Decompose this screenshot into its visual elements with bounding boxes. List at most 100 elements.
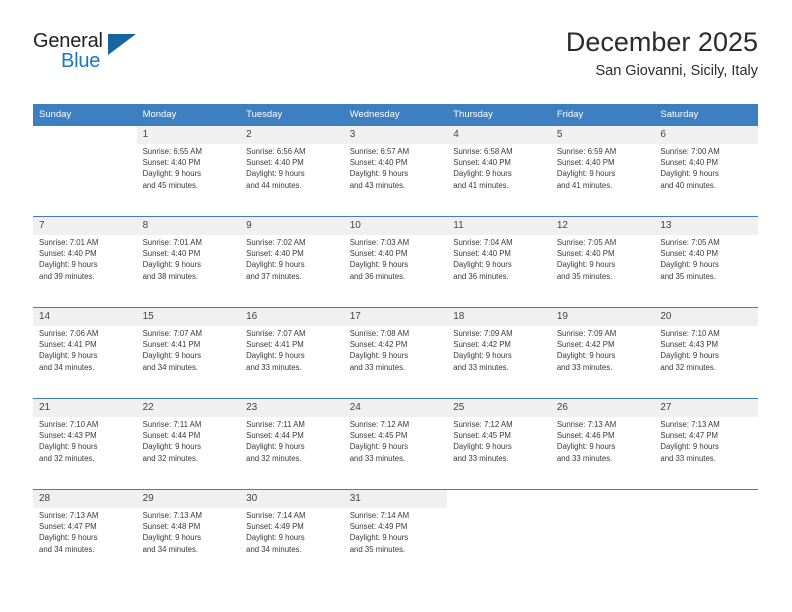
day-cell-content: 31 Sunrise: 7:14 AM Sunset: 4:49 PM Dayligh… bbox=[343, 490, 448, 580]
day-cell-content: 9 Sunrise: 7:02 AM Sunset: 4:40 PM Daylight… bbox=[240, 217, 344, 307]
sunset-time: Sunset: 4:41 PM bbox=[246, 340, 304, 350]
daylight-duration-line1: Daylight: 9 hours bbox=[39, 442, 98, 452]
day-cell-content: 19 Sunrise: 7:09 AM Sunset: 4:42 PM Dayligh… bbox=[550, 308, 655, 398]
weekday-header-friday: Friday bbox=[550, 104, 655, 126]
calendar-day-cell[interactable]: 9 Sunrise: 7:02 AM Sunset: 4:40 PM Daylight… bbox=[240, 216, 344, 308]
calendar-day-cell[interactable]: 19 Sunrise: 7:09 AM Sunset: 4:42 PM Dayligh… bbox=[550, 307, 655, 399]
calendar-day-cell[interactable]: 1 Sunrise: 6:55 AM Sunset: 4:40 PM Daylight… bbox=[136, 126, 241, 217]
sunset-time: Sunset: 4:44 PM bbox=[142, 431, 201, 441]
day-detail-lines: Sunrise: 7:13 AM Sunset: 4:46 PM Daylight:… bbox=[551, 417, 655, 464]
sunrise-time: Sunrise: 6:58 AM bbox=[453, 147, 513, 156]
daylight-duration-line2: and 35 minutes. bbox=[660, 271, 716, 281]
day-cell-content: 29 Sunrise: 7:13 AM Sunset: 4:48 PM Dayligh… bbox=[136, 490, 241, 580]
daylight-duration-line1: Daylight: 9 hours bbox=[660, 351, 719, 361]
calendar-day-cell[interactable]: 3 Sunrise: 6:57 AM Sunset: 4:40 PM Daylight… bbox=[343, 126, 448, 217]
calendar-day-cell[interactable]: 13 Sunrise: 7:05 AM Sunset: 4:40 PM Dayligh… bbox=[654, 216, 758, 308]
calendar-day-cell[interactable]: 5 Sunrise: 6:59 AM Sunset: 4:40 PM Daylight… bbox=[550, 126, 655, 217]
day-cell-content: 16 Sunrise: 7:07 AM Sunset: 4:41 PM Dayligh… bbox=[240, 308, 344, 398]
daylight-duration-line1: Daylight: 9 hours bbox=[246, 351, 305, 361]
calendar-day-cell[interactable]: 8 Sunrise: 7:01 AM Sunset: 4:40 PM Daylight… bbox=[136, 216, 241, 308]
day-number: 27 bbox=[654, 399, 758, 417]
day-number: 11 bbox=[447, 217, 551, 235]
day-cell-content: 30 Sunrise: 7:14 AM Sunset: 4:49 PM Dayligh… bbox=[240, 490, 344, 580]
calendar-day-cell[interactable]: 10 Sunrise: 7:03 AM Sunset: 4:40 PM Dayligh… bbox=[343, 216, 448, 308]
daylight-duration-line2: and 36 minutes. bbox=[453, 271, 509, 281]
sunrise-time: Sunrise: 6:59 AM bbox=[556, 147, 617, 156]
calendar-day-cell[interactable]: 17 Sunrise: 7:08 AM Sunset: 4:42 PM Dayligh… bbox=[343, 307, 448, 399]
sunrise-time: Sunrise: 6:56 AM bbox=[246, 147, 306, 156]
sunrise-time: Sunrise: 7:08 AM bbox=[349, 329, 410, 338]
day-number: 15 bbox=[136, 308, 241, 326]
sunrise-time: Sunrise: 7:01 AM bbox=[142, 238, 202, 247]
day-detail-lines: Sunrise: 7:09 AM Sunset: 4:42 PM Daylight:… bbox=[551, 326, 655, 373]
sunrise-time: Sunrise: 7:09 AM bbox=[453, 329, 513, 338]
day-cell-content: 20 Sunrise: 7:10 AM Sunset: 4:43 PM Dayligh… bbox=[654, 308, 758, 398]
sunrise-time: Sunrise: 7:13 AM bbox=[660, 420, 720, 429]
day-cell-content: 8 Sunrise: 7:01 AM Sunset: 4:40 PM Daylight… bbox=[136, 217, 241, 307]
day-number: 5 bbox=[550, 126, 655, 144]
day-number: 23 bbox=[240, 399, 344, 417]
day-number: 24 bbox=[343, 399, 448, 417]
day-cell-content: 6 Sunrise: 7:00 AM Sunset: 4:40 PM Daylight… bbox=[654, 126, 758, 216]
day-detail-lines: Sunrise: 7:07 AM Sunset: 4:41 PM Daylight:… bbox=[137, 326, 241, 373]
calendar-day-cell[interactable]: 16 Sunrise: 7:07 AM Sunset: 4:41 PM Dayligh… bbox=[240, 307, 344, 399]
day-detail-lines: Sunrise: 7:13 AM Sunset: 4:48 PM Daylight:… bbox=[137, 508, 241, 555]
calendar-day-cell bbox=[447, 489, 551, 580]
daylight-duration-line2: and 43 minutes. bbox=[349, 180, 406, 190]
sunrise-time: Sunrise: 7:05 AM bbox=[660, 238, 720, 247]
daylight-duration-line1: Daylight: 9 hours bbox=[142, 260, 202, 270]
sunset-time: Sunset: 4:48 PM bbox=[142, 522, 201, 532]
day-number: 18 bbox=[447, 308, 551, 326]
calendar-day-cell[interactable]: 20 Sunrise: 7:10 AM Sunset: 4:43 PM Dayligh… bbox=[654, 307, 758, 399]
sunset-time: Sunset: 4:40 PM bbox=[660, 158, 719, 168]
calendar-day-cell[interactable]: 4 Sunrise: 6:58 AM Sunset: 4:40 PM Daylight… bbox=[447, 126, 551, 217]
day-detail-lines: Sunrise: 7:03 AM Sunset: 4:40 PM Daylight:… bbox=[344, 235, 448, 282]
sunrise-time: Sunrise: 7:14 AM bbox=[349, 511, 410, 520]
daylight-duration-line2: and 37 minutes. bbox=[246, 271, 302, 281]
calendar-day-cell[interactable]: 31 Sunrise: 7:14 AM Sunset: 4:49 PM Dayligh… bbox=[343, 489, 448, 580]
day-detail-lines: Sunrise: 7:09 AM Sunset: 4:42 PM Daylight:… bbox=[447, 326, 551, 373]
calendar-day-cell[interactable]: 11 Sunrise: 7:04 AM Sunset: 4:40 PM Dayligh… bbox=[447, 216, 551, 308]
daylight-duration-line1: Daylight: 9 hours bbox=[246, 260, 305, 270]
calendar-day-cell[interactable]: 30 Sunrise: 7:14 AM Sunset: 4:49 PM Dayligh… bbox=[240, 489, 344, 580]
day-detail-lines: Sunrise: 7:10 AM Sunset: 4:43 PM Daylight:… bbox=[33, 417, 137, 464]
weekday-header-monday: Monday bbox=[136, 104, 241, 126]
general-blue-logo[interactable]: General Blue bbox=[33, 30, 153, 78]
day-detail-lines: Sunrise: 7:14 AM Sunset: 4:49 PM Daylight:… bbox=[344, 508, 448, 555]
calendar-day-cell[interactable]: 26 Sunrise: 7:13 AM Sunset: 4:46 PM Dayligh… bbox=[550, 398, 655, 490]
calendar-day-cell[interactable]: 25 Sunrise: 7:12 AM Sunset: 4:45 PM Dayligh… bbox=[447, 398, 551, 490]
day-number bbox=[447, 490, 551, 508]
sunset-time: Sunset: 4:40 PM bbox=[246, 158, 304, 168]
day-detail-lines: Sunrise: 7:07 AM Sunset: 4:41 PM Daylight:… bbox=[240, 326, 344, 373]
calendar-day-cell[interactable]: 28 Sunrise: 7:13 AM Sunset: 4:47 PM Dayligh… bbox=[33, 489, 137, 580]
calendar-day-cell[interactable]: 22 Sunrise: 7:11 AM Sunset: 4:44 PM Dayligh… bbox=[136, 398, 241, 490]
sunset-time: Sunset: 4:40 PM bbox=[556, 158, 615, 168]
calendar-table: Sunday Monday Tuesday Wednesday Thursday… bbox=[33, 104, 758, 580]
day-cell-content: 21 Sunrise: 7:10 AM Sunset: 4:43 PM Dayligh… bbox=[33, 399, 137, 489]
calendar-day-cell[interactable]: 27 Sunrise: 7:13 AM Sunset: 4:47 PM Dayligh… bbox=[654, 398, 758, 490]
daylight-duration-line1: Daylight: 9 hours bbox=[39, 260, 98, 270]
calendar-day-cell[interactable]: 21 Sunrise: 7:10 AM Sunset: 4:43 PM Dayligh… bbox=[33, 398, 137, 490]
day-number: 12 bbox=[550, 217, 655, 235]
calendar-day-cell[interactable]: 7 Sunrise: 7:01 AM Sunset: 4:40 PM Daylight… bbox=[33, 216, 137, 308]
sunset-time: Sunset: 4:43 PM bbox=[660, 340, 719, 350]
calendar-day-cell[interactable]: 15 Sunrise: 7:07 AM Sunset: 4:41 PM Dayligh… bbox=[136, 307, 241, 399]
sunrise-time: Sunrise: 7:02 AM bbox=[246, 238, 306, 247]
day-detail-lines: Sunrise: 6:55 AM Sunset: 4:40 PM Daylight:… bbox=[137, 144, 241, 191]
day-detail-lines: Sunrise: 7:01 AM Sunset: 4:40 PM Daylight:… bbox=[33, 235, 137, 282]
sunrise-time: Sunrise: 7:05 AM bbox=[556, 238, 617, 247]
calendar-day-cell[interactable]: 14 Sunrise: 7:06 AM Sunset: 4:41 PM Dayligh… bbox=[33, 307, 137, 399]
calendar-day-cell[interactable]: 12 Sunrise: 7:05 AM Sunset: 4:40 PM Dayligh… bbox=[550, 216, 655, 308]
calendar-day-cell[interactable]: 6 Sunrise: 7:00 AM Sunset: 4:40 PM Daylight… bbox=[654, 126, 758, 217]
weekday-header-saturday: Saturday bbox=[654, 104, 758, 126]
calendar-day-cell[interactable]: 2 Sunrise: 6:56 AM Sunset: 4:40 PM Daylight… bbox=[240, 126, 344, 217]
daylight-duration-line2: and 45 minutes. bbox=[142, 180, 199, 190]
day-cell-content: 4 Sunrise: 6:58 AM Sunset: 4:40 PM Daylight… bbox=[447, 126, 551, 216]
calendar-day-cell[interactable]: 24 Sunrise: 7:12 AM Sunset: 4:45 PM Dayligh… bbox=[343, 398, 448, 490]
sunset-time: Sunset: 4:40 PM bbox=[349, 158, 408, 168]
calendar-day-cell[interactable]: 23 Sunrise: 7:11 AM Sunset: 4:44 PM Dayligh… bbox=[240, 398, 344, 490]
daylight-duration-line1: Daylight: 9 hours bbox=[349, 169, 409, 179]
sunset-time: Sunset: 4:41 PM bbox=[142, 340, 201, 350]
calendar-day-cell[interactable]: 29 Sunrise: 7:13 AM Sunset: 4:48 PM Dayligh… bbox=[136, 489, 241, 580]
calendar-day-cell[interactable]: 18 Sunrise: 7:09 AM Sunset: 4:42 PM Dayligh… bbox=[447, 307, 551, 399]
